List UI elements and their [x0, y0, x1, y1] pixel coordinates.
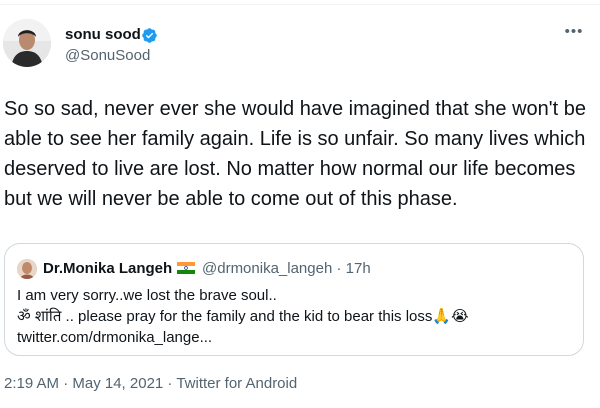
- quoted-text-line-2: ॐ शांति .. please pray for the family an…: [17, 306, 577, 327]
- quoted-author-name: Dr.Monika Langeh: [43, 260, 173, 277]
- author-avatar[interactable]: [3, 19, 51, 67]
- more-options-icon[interactable]: •••: [562, 24, 586, 40]
- quoted-tweet-link[interactable]: twitter.com/drmonika_lange...: [17, 327, 577, 348]
- quoted-tweet-card[interactable]: Dr.Monika Langeh @drmonika_langeh · 17h …: [4, 243, 584, 356]
- quoted-text-line-2-text: ॐ शांति .. please pray for the family an…: [17, 308, 433, 325]
- quoted-text-line-1: I am very sorry..we lost the brave soul.…: [17, 287, 277, 304]
- tweet-timestamp-source[interactable]: 2:19 AM · May 14, 2021 · Twitter for And…: [4, 375, 297, 393]
- quoted-author-avatar: [17, 259, 37, 279]
- quoted-tweet-text: I am very sorry..we lost the brave soul.…: [17, 285, 577, 348]
- author-handle[interactable]: @SonuSood: [65, 47, 150, 65]
- quoted-author-handle-time: @drmonika_langeh · 17h: [202, 260, 371, 277]
- india-flag-icon: [177, 262, 195, 274]
- author-avatar-image: [3, 19, 51, 67]
- author-name[interactable]: sonu sood: [65, 26, 141, 44]
- folded-hands-emoji-icon: 🙏: [432, 308, 452, 325]
- tweet-text: So so sad, never ever she would have ima…: [4, 98, 586, 210]
- crying-face-emoji-icon: 😭: [451, 308, 469, 325]
- quoted-author-avatar-image: [17, 259, 37, 279]
- top-divider: [0, 4, 600, 5]
- verified-badge-icon: [142, 28, 157, 43]
